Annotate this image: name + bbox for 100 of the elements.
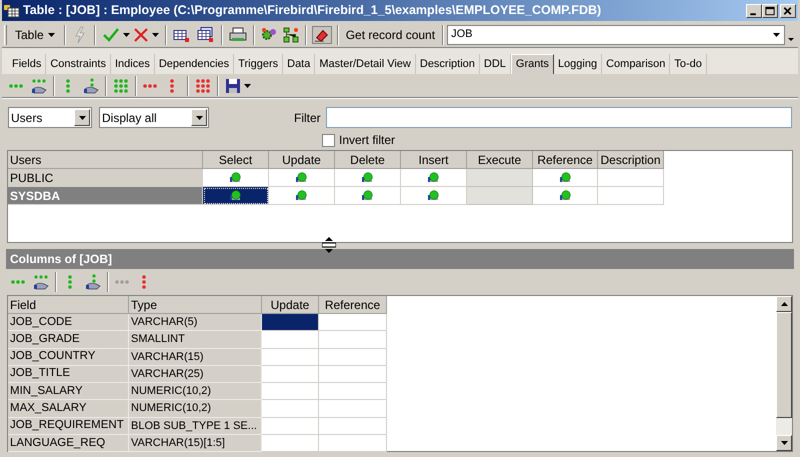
grant-cell[interactable]	[401, 187, 467, 205]
column-header[interactable]: Reference	[533, 151, 598, 169]
tab[interactable]: To-do	[670, 54, 707, 74]
grant-cell[interactable]	[319, 400, 387, 418]
save-caret-icon	[244, 84, 251, 88]
column-header[interactable]: Update	[269, 151, 335, 169]
column-header[interactable]: Reference	[319, 296, 387, 314]
grant-cell[interactable]	[319, 348, 387, 366]
grant-cell[interactable]	[598, 169, 664, 187]
scroll-up-icon[interactable]	[776, 296, 792, 312]
column-header[interactable]: Select	[203, 151, 269, 169]
printer-icon[interactable]	[228, 26, 247, 42]
user-cell[interactable]: SYSDBA	[8, 187, 203, 205]
check-caret-icon	[122, 32, 130, 36]
grant-cell[interactable]	[319, 435, 387, 452]
grant-cell[interactable]	[335, 169, 401, 187]
tab[interactable]: Indices	[110, 54, 155, 74]
grant-cell[interactable]	[203, 187, 269, 205]
dropdown-arrow-icon[interactable]	[773, 32, 780, 36]
scroll-down-icon[interactable]	[776, 435, 792, 451]
grant-cell[interactable]	[269, 187, 335, 205]
field-cell: JOB_COUNTRY	[8, 348, 129, 366]
tab[interactable]: Triggers	[234, 54, 284, 74]
grant-cell[interactable]	[319, 383, 387, 400]
grant-cell[interactable]	[269, 169, 335, 187]
grant-row-icon[interactable]	[31, 78, 47, 94]
grant-cell[interactable]	[262, 435, 319, 452]
grant-column-icon[interactable]	[83, 78, 99, 94]
object-type-combo[interactable]: Users	[8, 107, 92, 128]
user-cell[interactable]: PUBLIC	[8, 169, 203, 187]
invert-filter-checkbox[interactable]	[322, 134, 335, 146]
tab[interactable]: Grants	[510, 54, 554, 74]
grant-icon	[427, 190, 440, 202]
grant-cell[interactable]	[262, 331, 319, 349]
grant-all-icon[interactable]	[113, 78, 129, 94]
cross-icon[interactable]	[132, 26, 149, 42]
grant-column-icon[interactable]	[85, 274, 101, 290]
grant-row-icon[interactable]	[33, 274, 49, 290]
filter-label: Filter	[294, 110, 321, 126]
grant-cell[interactable]	[319, 331, 387, 349]
grant-cell[interactable]	[533, 187, 598, 205]
grant-icon	[427, 172, 440, 184]
grant-cell[interactable]	[319, 366, 387, 384]
column-header[interactable]: Execute	[467, 151, 533, 169]
grant-cell[interactable]	[401, 169, 467, 187]
column-header[interactable]: Users	[8, 151, 203, 169]
type-cell: VARCHAR(15)	[129, 348, 262, 366]
type-cell: NUMERIC(10,2)	[129, 383, 262, 400]
field-cell: JOB_GRADE	[8, 331, 129, 349]
type-cell: BLOB SUB_TYPE 1 SE...	[129, 418, 262, 436]
tab[interactable]: Description	[416, 54, 480, 74]
column-header[interactable]: Description	[598, 151, 664, 169]
type-cell: VARCHAR(15)[1:5]	[129, 435, 262, 452]
grant-cell[interactable]	[262, 400, 319, 418]
grant-icon	[361, 190, 374, 202]
checkmark-icon[interactable]	[102, 26, 120, 42]
invert-filter-label: Invert filter	[339, 132, 396, 149]
panel-title: Columns of [JOB]	[10, 251, 112, 268]
grant-cell[interactable]	[262, 348, 319, 366]
grant-icon	[361, 172, 374, 184]
display-combo[interactable]: Display all	[99, 107, 209, 128]
type-cell: SMALLINT	[129, 331, 262, 349]
tab[interactable]: Dependencies	[154, 54, 234, 74]
grant-cell[interactable]	[262, 366, 319, 384]
grant-cell[interactable]	[319, 314, 387, 332]
maximize-icon[interactable]	[762, 4, 778, 18]
minimize-icon[interactable]	[746, 4, 762, 18]
hierarchy-icon[interactable]	[282, 26, 300, 42]
grant-cell[interactable]	[203, 169, 269, 187]
grant-cell[interactable]	[262, 314, 319, 332]
grant-cell[interactable]	[262, 418, 319, 436]
filter-field[interactable]	[326, 107, 792, 128]
field-cell: JOB_TITLE	[8, 366, 129, 384]
grant-cell[interactable]	[598, 187, 664, 205]
save-icon[interactable]	[225, 78, 241, 94]
get-record-count-button[interactable]: Get record count	[342, 24, 440, 46]
table-grids-icon[interactable]	[196, 26, 215, 42]
tab[interactable]: Constraints	[46, 54, 111, 74]
column-header[interactable]: Delete	[335, 151, 401, 169]
tab[interactable]: Data	[283, 54, 316, 74]
grant-icon	[295, 190, 308, 202]
grant-cell[interactable]	[319, 418, 387, 436]
tab[interactable]: Comparison	[602, 54, 670, 74]
grant-cell[interactable]	[262, 383, 319, 400]
tab[interactable]: Master/Detail View	[315, 54, 416, 74]
column-header[interactable]: Type	[129, 296, 262, 314]
column-header[interactable]: Insert	[401, 151, 467, 169]
table-combo[interactable]: JOB	[447, 24, 785, 44]
revoke-all-icon[interactable]	[195, 78, 211, 94]
table-menu-button[interactable]: Table	[9, 24, 61, 46]
grant-cell[interactable]	[335, 187, 401, 205]
close-icon[interactable]	[780, 4, 796, 18]
tab[interactable]: Fields	[8, 54, 46, 74]
column-header[interactable]: Field	[8, 296, 129, 314]
column-header[interactable]: Update	[262, 296, 319, 314]
scroll-thumb[interactable]	[776, 312, 792, 418]
field-cell: MIN_SALARY	[8, 383, 129, 400]
scrollbar[interactable]	[776, 296, 792, 451]
grant-cell[interactable]	[533, 169, 598, 187]
tab[interactable]: Logging	[554, 54, 602, 74]
